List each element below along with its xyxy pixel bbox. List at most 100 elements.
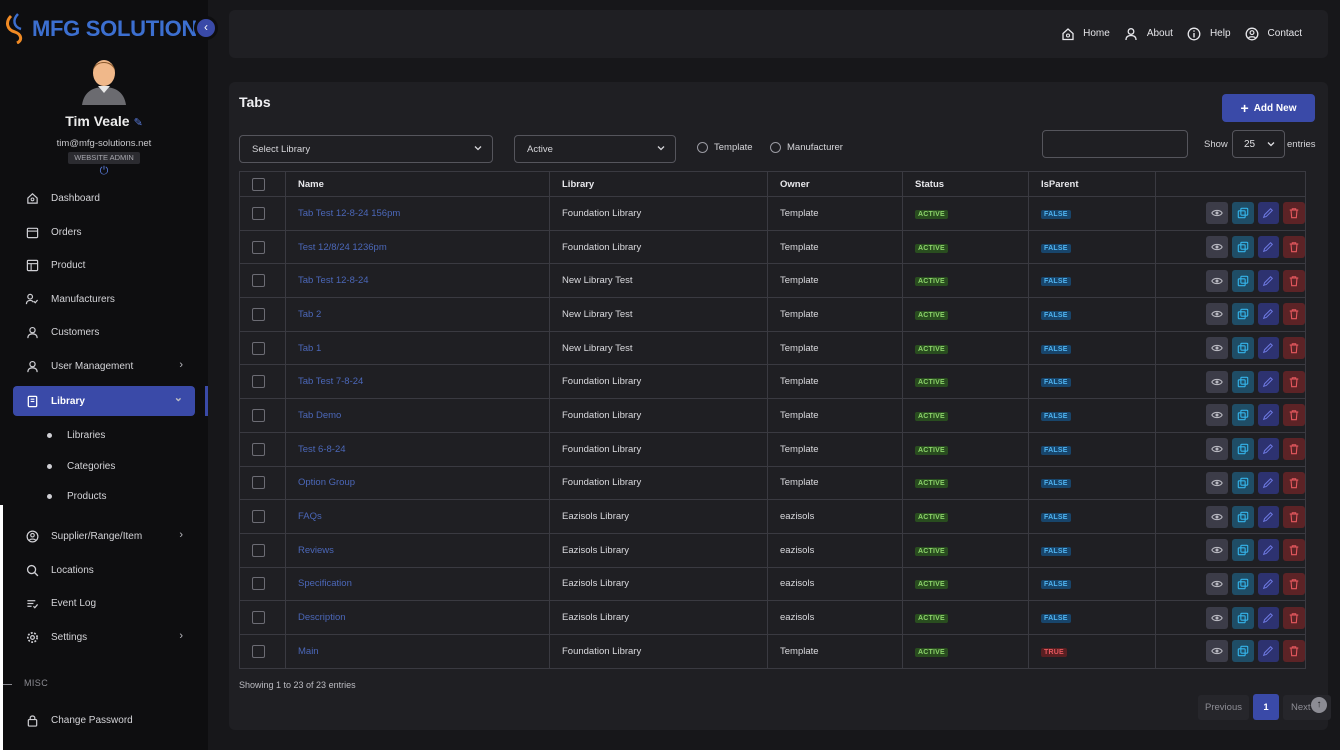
trash-icon[interactable] — [1283, 404, 1305, 427]
edit-icon[interactable] — [1257, 303, 1280, 326]
cell-name[interactable]: Tab 1 — [285, 330, 550, 366]
trash-icon[interactable] — [1283, 572, 1305, 595]
cell-name[interactable]: Tab Test 7-8-24 — [285, 364, 550, 400]
select-all-checkbox[interactable] — [252, 177, 265, 191]
cell-name[interactable]: Tab 2 — [285, 297, 550, 332]
topnav-home[interactable]: Home — [1060, 26, 1110, 41]
trash-icon[interactable] — [1283, 236, 1305, 259]
eye-icon[interactable] — [1206, 606, 1228, 629]
sidebar-subitem-products[interactable]: Products — [47, 491, 106, 502]
topnav-contact[interactable]: Contact — [1245, 26, 1302, 41]
edit-icon[interactable] — [1257, 337, 1280, 360]
power-icon[interactable]: ⏻ — [98, 165, 110, 177]
sidebar-item-library[interactable]: Library ⌄ — [13, 386, 195, 416]
sidebar-item-product[interactable]: Product — [13, 250, 195, 280]
cell-name[interactable]: Tab Test 12-8-24 156pm — [285, 196, 550, 231]
add-new-button[interactable]: + Add New — [1222, 94, 1315, 122]
cell-name[interactable]: FAQs — [285, 499, 550, 534]
table-row[interactable]: Specification Eazisols Library eazisols ACT… — [239, 566, 1306, 602]
column-header-isparent[interactable]: IsParent — [1028, 171, 1156, 197]
edit-icon[interactable] — [1257, 269, 1280, 292]
table-row[interactable]: Test 12/8/24 1236pm Foundation Library Tem… — [239, 229, 1306, 265]
edit-icon[interactable] — [1257, 471, 1280, 494]
edit-icon[interactable] — [1257, 572, 1280, 595]
trash-icon[interactable] — [1283, 438, 1305, 461]
row-checkbox[interactable] — [252, 543, 265, 557]
eye-icon[interactable] — [1206, 539, 1228, 562]
eye-icon[interactable] — [1206, 471, 1228, 494]
copy-icon[interactable] — [1231, 640, 1254, 663]
edit-icon[interactable] — [1257, 236, 1280, 259]
row-checkbox[interactable] — [252, 577, 265, 591]
table-row[interactable]: Description Eazisols Library eazisols ACTIV… — [239, 600, 1306, 635]
edit-icon[interactable] — [1257, 202, 1280, 225]
pencil-icon[interactable]: ✎ — [134, 116, 143, 129]
manufacturer-radio[interactable]: Manufacturer — [770, 142, 843, 153]
trash-icon[interactable] — [1283, 505, 1305, 528]
cell-name[interactable]: Tab Test 12-8-24 — [285, 263, 550, 299]
cell-name[interactable]: Reviews — [285, 532, 550, 568]
cell-name[interactable]: Test 12/8/24 1236pm — [285, 229, 550, 265]
trash-icon[interactable] — [1283, 471, 1305, 494]
copy-icon[interactable] — [1231, 236, 1254, 259]
cell-name[interactable]: Tab Demo — [285, 398, 550, 433]
copy-icon[interactable] — [1231, 370, 1254, 393]
column-header-name[interactable]: Name — [285, 171, 550, 197]
eye-icon[interactable] — [1206, 370, 1228, 393]
edit-icon[interactable] — [1257, 539, 1280, 562]
cell-name[interactable]: Specification — [285, 566, 550, 602]
table-row[interactable]: Main Foundation Library Template ACTIVE TRUE — [239, 633, 1306, 669]
table-row[interactable]: Tab 1 New Library Test Template ACTIVE FALSE — [239, 330, 1306, 366]
row-checkbox[interactable] — [252, 476, 265, 490]
sidebar-item-settings[interactable]: Settings › — [13, 622, 195, 652]
column-header-library[interactable]: Library — [549, 171, 768, 197]
trash-icon[interactable] — [1283, 202, 1305, 225]
edit-icon[interactable] — [1257, 438, 1280, 461]
eye-icon[interactable] — [1206, 404, 1228, 427]
sidebar-item-manufacturers[interactable]: Manufacturers — [13, 284, 195, 314]
sidebar-item-dashboard[interactable]: Dashboard — [13, 183, 195, 213]
trash-icon[interactable] — [1283, 337, 1305, 360]
page-1-button[interactable]: 1 — [1253, 694, 1279, 720]
trash-icon[interactable] — [1283, 606, 1305, 629]
sidebar-item-change-password[interactable]: Change Password — [13, 705, 195, 735]
copy-icon[interactable] — [1231, 404, 1254, 427]
table-row[interactable]: Option Group Foundation Library Template AC… — [239, 465, 1306, 501]
edit-icon[interactable] — [1257, 370, 1280, 393]
brand[interactable]: MFG SOLUTION — [0, 10, 220, 46]
table-row[interactable]: Tab 2 New Library Test Template ACTIVE FALSE — [239, 297, 1306, 332]
topnav-about[interactable]: About — [1124, 26, 1173, 41]
row-checkbox[interactable] — [252, 341, 265, 355]
copy-icon[interactable] — [1231, 269, 1254, 292]
row-checkbox[interactable] — [252, 307, 265, 321]
row-checkbox[interactable] — [252, 240, 265, 254]
sidebar-item-orders[interactable]: Orders — [13, 217, 195, 247]
copy-icon[interactable] — [1231, 505, 1254, 528]
search-input[interactable] — [1042, 130, 1188, 158]
row-checkbox[interactable] — [252, 442, 265, 456]
row-checkbox[interactable] — [252, 644, 265, 658]
sidebar-item-customers[interactable]: Customers — [13, 317, 195, 347]
cell-name[interactable]: Option Group — [285, 465, 550, 501]
eye-icon[interactable] — [1206, 337, 1228, 360]
edit-icon[interactable] — [1257, 505, 1280, 528]
eye-icon[interactable] — [1206, 640, 1228, 663]
eye-icon[interactable] — [1206, 572, 1228, 595]
trash-icon[interactable] — [1283, 269, 1305, 292]
edit-icon[interactable] — [1257, 640, 1280, 663]
library-select[interactable]: Select Library — [239, 135, 493, 163]
eye-icon[interactable] — [1206, 269, 1228, 292]
copy-icon[interactable] — [1231, 303, 1254, 326]
scroll-to-top-button[interactable]: ↑ — [1311, 697, 1327, 713]
trash-icon[interactable] — [1283, 370, 1305, 393]
table-row[interactable]: Tab Test 12-8-24 New Library Test Template… — [239, 263, 1306, 299]
table-row[interactable]: Tab Test 7-8-24 Foundation Library Templat… — [239, 364, 1306, 400]
copy-icon[interactable] — [1231, 572, 1254, 595]
status-select[interactable]: Active — [514, 135, 676, 163]
cell-name[interactable]: Test 6-8-24 — [285, 431, 550, 467]
table-row[interactable]: Tab Demo Foundation Library Template ACTIVE… — [239, 398, 1306, 433]
copy-icon[interactable] — [1231, 337, 1254, 360]
copy-icon[interactable] — [1231, 539, 1254, 562]
table-row[interactable]: Reviews Eazisols Library eazisols ACTIVE FAL… — [239, 532, 1306, 568]
eye-icon[interactable] — [1206, 236, 1228, 259]
